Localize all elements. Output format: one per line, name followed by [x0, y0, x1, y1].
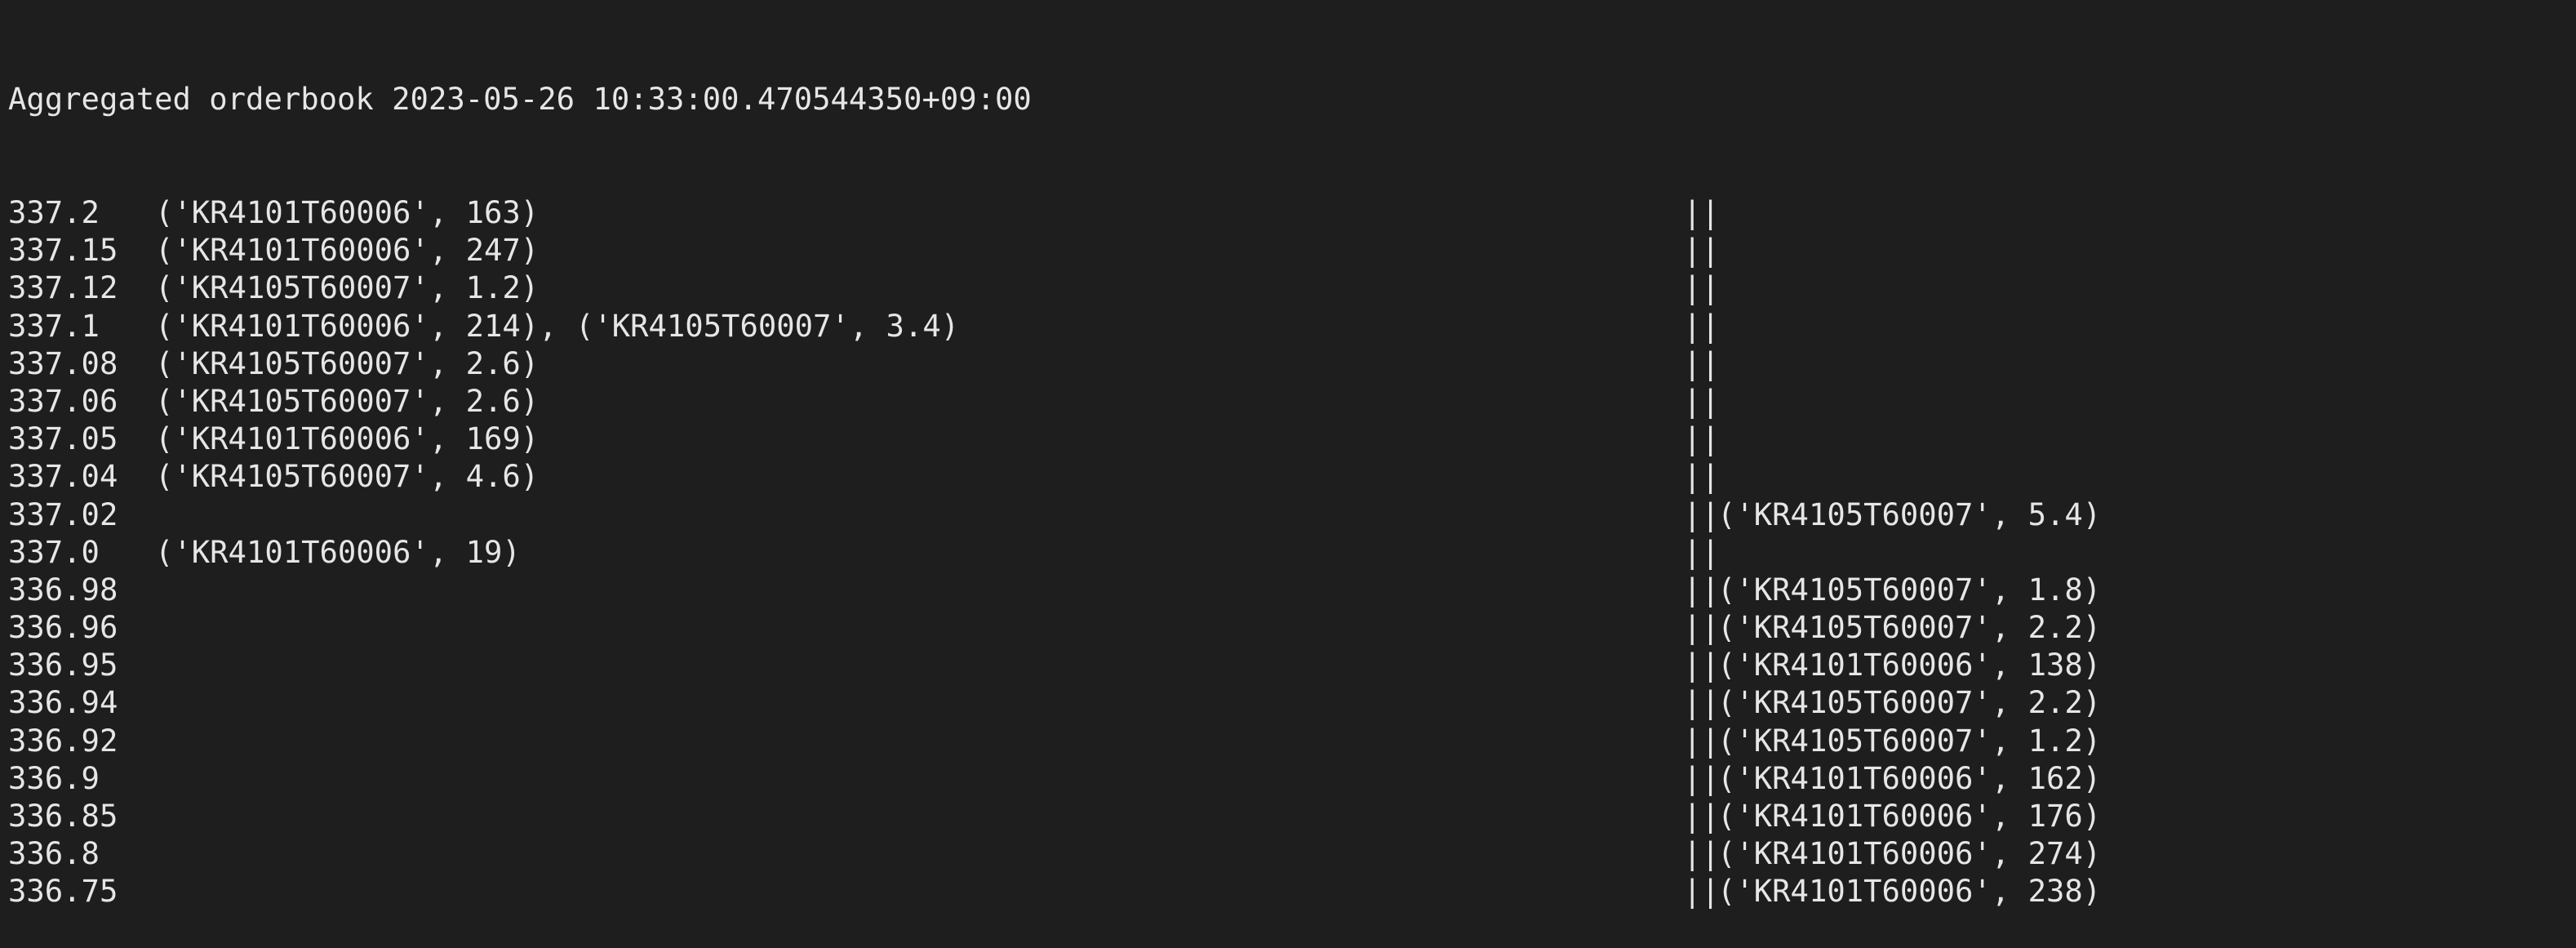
column-separator: ||	[1683, 345, 1720, 381]
ask-orders: ('KR4105T60007', 1.2)	[155, 269, 540, 306]
price-level: 337.15	[8, 232, 118, 269]
orderbook-row: 337.12 ('KR4105T60007', 1.2) ||	[8, 269, 2571, 306]
column-separator: ||	[1683, 269, 1720, 306]
column-separator: ||	[1683, 835, 1720, 872]
price-level: 336.8	[8, 835, 100, 872]
price-level: 336.75	[8, 873, 118, 910]
bid-orders: ('KR4105T60007', 1.8)	[1717, 571, 2102, 608]
orderbook-row: 337.06 ('KR4105T60007', 2.6) ||	[8, 382, 2571, 420]
terminal-output: Aggregated orderbook 2023-05-26 10:33:00…	[8, 5, 2571, 948]
ask-orders: ('KR4101T60006', 214), ('KR4105T60007', …	[155, 307, 960, 344]
ask-orders: ('KR4101T60006', 163)	[155, 194, 540, 230]
bid-orders: ('KR4105T60007', 5.4)	[1717, 496, 2102, 532]
price-level: 336.94	[8, 684, 118, 721]
price-level: 337.12	[8, 269, 118, 306]
price-level: 337.05	[8, 421, 118, 457]
ask-orders: ('KR4101T60006', 247)	[155, 232, 540, 269]
price-level: 336.9	[8, 759, 100, 796]
orderbook-row: 336.8 || ('KR4101T60006', 274)	[8, 835, 2571, 872]
column-separator: ||	[1683, 759, 1720, 796]
price-level: 336.98	[8, 571, 118, 608]
price-level: 337.02	[8, 496, 118, 532]
ask-orders: ('KR4101T60006', 169)	[155, 421, 540, 457]
ask-orders: ('KR4105T60007', 2.6)	[155, 345, 540, 381]
column-separator: ||	[1683, 307, 1720, 344]
orderbook-row: 337.02 || ('KR4105T60007', 5.4)	[8, 496, 2571, 533]
ask-orders: ('KR4105T60007', 2.6)	[155, 382, 540, 419]
price-level: 337.2	[8, 194, 100, 230]
orderbook-row: 336.98 || ('KR4105T60007', 1.8)	[8, 571, 2571, 608]
bid-orders: ('KR4101T60006', 176)	[1717, 798, 2102, 834]
orderbook-row: 337.04 ('KR4105T60007', 4.6) ||	[8, 457, 2571, 495]
column-separator: ||	[1683, 194, 1720, 230]
orderbook-row: 336.94 || ('KR4105T60007', 2.2)	[8, 683, 2571, 721]
column-separator: ||	[1683, 496, 1720, 532]
ask-orders: ('KR4105T60007', 4.6)	[155, 458, 540, 495]
bid-orders: ('KR4101T60006', 274)	[1717, 835, 2102, 872]
column-separator: ||	[1683, 873, 1720, 910]
orderbook-rows: 337.2 ('KR4101T60006', 163) || 337.15 ('KR41…	[8, 194, 2571, 910]
orderbook-row: 336.85 || ('KR4101T60006', 176)	[8, 797, 2571, 835]
column-separator: ||	[1683, 798, 1720, 834]
orderbook-row: 336.96 || ('KR4105T60007', 2.2)	[8, 608, 2571, 646]
bid-orders: ('KR4101T60006', 138)	[1717, 647, 2102, 683]
price-level: 336.96	[8, 609, 118, 646]
bid-orders: ('KR4105T60007', 2.2)	[1717, 684, 2102, 721]
column-separator: ||	[1683, 533, 1720, 570]
price-level: 337.08	[8, 345, 118, 381]
price-level: 336.92	[8, 722, 118, 759]
price-level: 337.1	[8, 307, 100, 344]
column-separator: ||	[1683, 647, 1720, 683]
price-level: 336.95	[8, 647, 118, 683]
orderbook-row: 337.05 ('KR4101T60006', 169) ||	[8, 420, 2571, 457]
price-level: 337.04	[8, 458, 118, 495]
bid-orders: ('KR4105T60007', 2.2)	[1717, 609, 2102, 646]
bid-orders: ('KR4101T60006', 162)	[1717, 759, 2102, 796]
bid-orders: ('KR4101T60006', 238)	[1717, 873, 2102, 910]
orderbook-row: 337.2 ('KR4101T60006', 163) ||	[8, 194, 2571, 231]
column-separator: ||	[1683, 421, 1720, 457]
column-separator: ||	[1683, 232, 1720, 269]
column-separator: ||	[1683, 382, 1720, 419]
price-level: 337.06	[8, 382, 118, 419]
column-separator: ||	[1683, 458, 1720, 495]
orderbook-row: 336.95 || ('KR4101T60006', 138)	[8, 646, 2571, 683]
orderbook-row: 336.92 || ('KR4105T60007', 1.2)	[8, 722, 2571, 759]
column-separator: ||	[1683, 609, 1720, 646]
orderbook-row: 336.75 || ('KR4101T60006', 238)	[8, 872, 2571, 910]
column-separator: ||	[1683, 571, 1720, 608]
column-separator: ||	[1683, 684, 1720, 721]
price-level: 336.85	[8, 798, 118, 834]
column-separator: ||	[1683, 722, 1720, 759]
ask-orders: ('KR4101T60006', 19)	[155, 533, 521, 570]
orderbook-row: 337.08 ('KR4105T60007', 2.6) ||	[8, 345, 2571, 382]
bid-orders: ('KR4105T60007', 1.2)	[1717, 722, 2102, 759]
orderbook-title: Aggregated orderbook 2023-05-26 10:33:00…	[8, 81, 1032, 118]
orderbook-row: 337.1 ('KR4101T60006', 214), ('KR4105T600…	[8, 307, 2571, 345]
orderbook-row: 337.0 ('KR4101T60006', 19) ||	[8, 533, 2571, 571]
orderbook-row: 336.9 || ('KR4101T60006', 162)	[8, 759, 2571, 797]
orderbook-row: 337.15 ('KR4101T60006', 247) ||	[8, 231, 2571, 269]
price-level: 337.0	[8, 533, 100, 570]
